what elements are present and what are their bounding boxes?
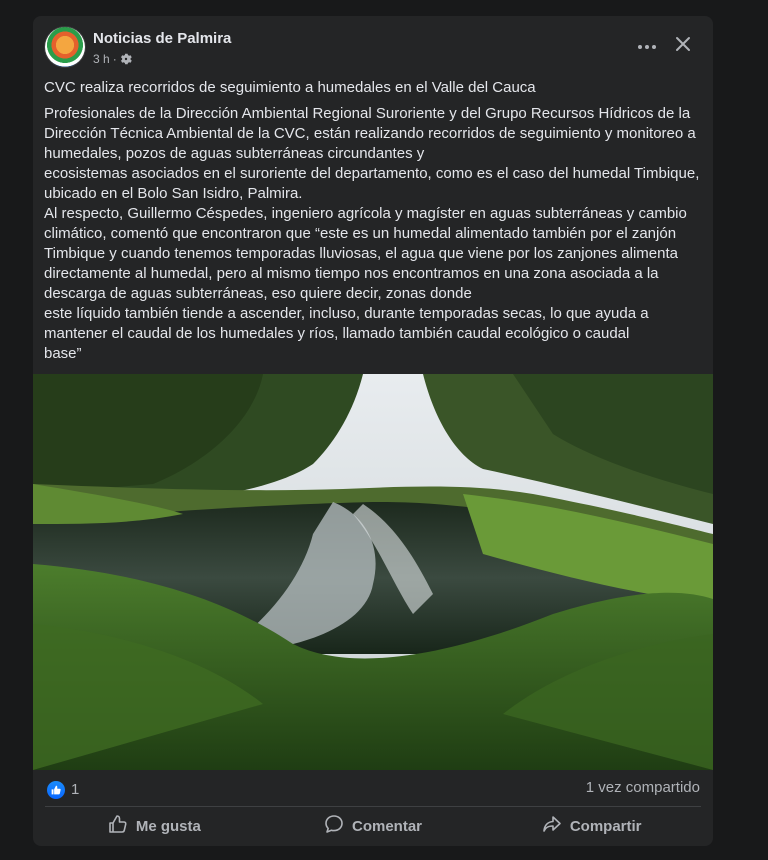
page-avatar[interactable] <box>45 27 85 67</box>
share-count[interactable]: 1 vez compartido <box>586 779 700 796</box>
gear-icon[interactable] <box>120 53 132 65</box>
divider <box>45 806 701 807</box>
post-stats: 1 1 vez compartido <box>33 770 713 806</box>
like-reaction-icon[interactable] <box>47 781 65 799</box>
share-arrow-icon <box>542 814 562 838</box>
body-line: ecosistemas asociados en el suroriente d… <box>44 165 700 182</box>
comment-label: Comentar <box>352 817 423 835</box>
post-meta: 3 h · <box>93 52 132 66</box>
body-line: mantener el caudal de los humedales y rí… <box>44 325 630 342</box>
share-label: Compartir <box>569 817 642 835</box>
body-line: humedales, pozos de aguas subterráneas c… <box>44 145 425 162</box>
post-card: Noticias de Palmira 3 h · CVC realiza re… <box>33 16 713 846</box>
body-line: base” <box>44 345 82 362</box>
like-button[interactable]: Me gusta <box>45 808 264 844</box>
thumbs-up-icon <box>108 814 128 838</box>
author-name[interactable]: Noticias de Palmira <box>93 30 231 47</box>
comment-button[interactable]: Comentar <box>264 808 483 844</box>
body-line: climático, comentó que encontraron que “… <box>44 225 677 242</box>
post-body: Profesionales de la Dirección Ambiental … <box>44 104 704 364</box>
post-header: Noticias de Palmira 3 h · <box>33 16 713 80</box>
post-title: CVC realiza recorridos de seguimiento a … <box>44 79 536 96</box>
meta-separator: · <box>112 52 117 66</box>
body-line: Al respecto, Guillermo Céspedes, ingenie… <box>44 205 687 222</box>
close-icon <box>675 36 691 57</box>
reaction-count[interactable]: 1 <box>71 781 79 798</box>
share-button[interactable]: Compartir <box>482 808 701 844</box>
more-options-button[interactable] <box>629 32 665 60</box>
body-line: ubicado en el Bolo San Isidro, Palmira. <box>44 185 303 202</box>
body-line: Timbique y cuando tenemos temporadas llu… <box>44 245 678 262</box>
body-line: Dirección Técnica Ambiental de la CVC, e… <box>44 125 696 142</box>
like-label: Me gusta <box>135 817 201 835</box>
close-button[interactable] <box>665 32 701 60</box>
comment-bubble-icon <box>324 814 344 838</box>
more-horizontal-icon <box>637 37 657 55</box>
body-line: Profesionales de la Dirección Ambiental … <box>44 105 691 122</box>
body-line: directamente al humedal, pero al mismo t… <box>44 265 659 282</box>
post-time[interactable]: 3 h <box>93 52 110 66</box>
body-line: este líquido también tiende a ascender, … <box>44 305 649 322</box>
body-line: descarga de aguas subterráneas, eso quie… <box>44 285 472 302</box>
post-photo[interactable] <box>33 374 713 770</box>
action-bar: Me gusta Comentar Compartir <box>45 808 701 844</box>
